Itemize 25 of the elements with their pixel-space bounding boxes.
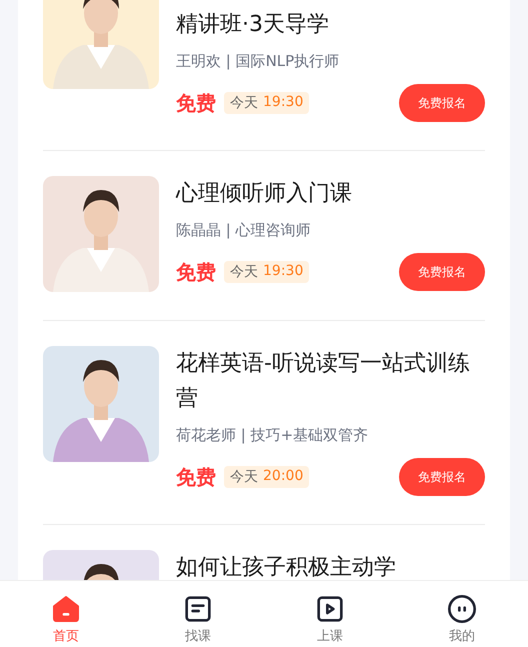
price-label: 免费 [176, 464, 216, 490]
tab-item[interactable]: 我的 [396, 581, 528, 647]
time-label: 19:30 [263, 263, 304, 281]
signup-button[interactable]: 免费报名 [399, 458, 485, 496]
course-title: 花样英语-听说读写一站式训练营 [176, 350, 471, 413]
teacher-info: 荷花老师 | 技巧+基础双管齐 [176, 425, 370, 446]
day-label: 今天 [230, 94, 258, 112]
day-label: 今天 [230, 263, 258, 281]
course-title: 如何让孩子积极主动学 [176, 554, 397, 580]
course-title: 精讲班·3天导学 [176, 11, 330, 39]
teacher-info: 王明欢 | 国际NLP执行师 [176, 51, 340, 72]
home-icon [50, 593, 82, 625]
time-label: 20:00 [263, 468, 304, 486]
time-label: 19:30 [263, 94, 304, 112]
face-icon [446, 593, 478, 625]
price-label: 免费 [176, 90, 216, 116]
tab-item[interactable]: 上课 [264, 581, 396, 647]
tab-item[interactable]: 首页 [0, 581, 132, 647]
teacher-info: 陈晶晶 | 心理咨询师 [176, 220, 312, 241]
price-label: 免费 [176, 258, 216, 286]
tab-item[interactable]: 找课 [132, 581, 264, 647]
day-label: 今天 [230, 468, 258, 486]
signup-button[interactable]: 免费报名 [399, 253, 485, 291]
signup-button[interactable]: 免费报名 [399, 84, 485, 122]
course-title: 心理倾听师入门课 [176, 180, 353, 208]
